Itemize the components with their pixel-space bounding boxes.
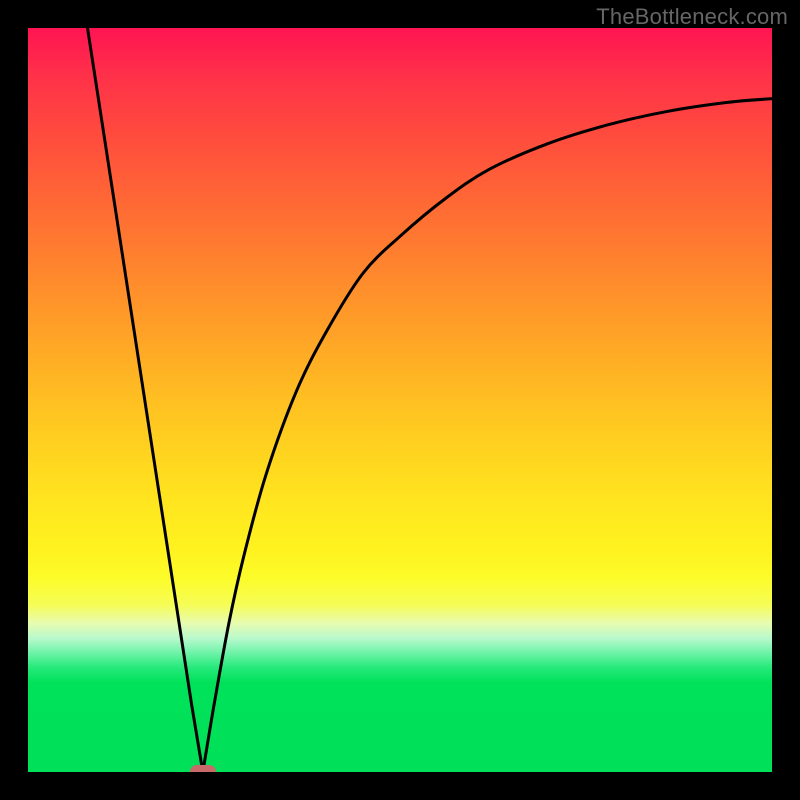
- curve-layer: [28, 28, 772, 772]
- curve-right-branch: [203, 99, 772, 772]
- curve-left-branch: [88, 28, 203, 772]
- watermark-text: TheBottleneck.com: [596, 4, 788, 30]
- vertex-marker: [190, 765, 216, 772]
- plot-area: [28, 28, 772, 772]
- chart-frame: TheBottleneck.com: [0, 0, 800, 800]
